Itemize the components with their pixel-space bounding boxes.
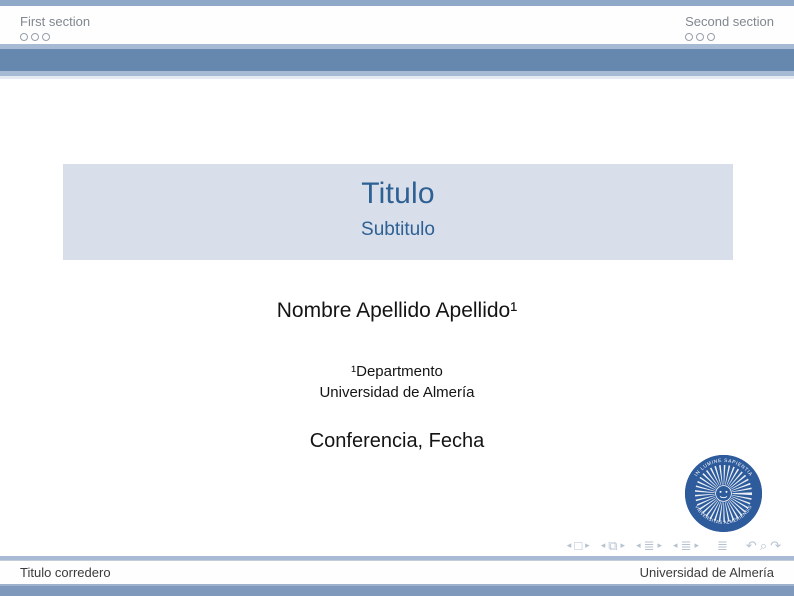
go-back-icon[interactable]: ↶ [746, 539, 757, 552]
mini-frame-dot[interactable] [31, 33, 39, 41]
slide-title: Titulo [63, 177, 733, 211]
institute-block: ¹Departmento Universidad de Almería [0, 361, 794, 403]
slide-icon[interactable]: □ [574, 539, 582, 552]
section-nav-second[interactable]: Second section [685, 13, 774, 41]
next-frame-icon[interactable]: ▸ [621, 541, 626, 550]
institute-line-2: Universidad de Almería [0, 382, 794, 403]
university-seal-logo: IN LUMINE SAPIENTIA VNIVERSITAS ALMERIEN… [684, 454, 763, 533]
mini-frame-dot[interactable] [20, 33, 28, 41]
footer-short-title: Titulo corredero [20, 565, 111, 580]
author-line: Nombre Apellido Apellido¹ [0, 299, 794, 323]
nav-slide-group: ◂ □ ▸ [567, 539, 590, 552]
nav-appendix-group: ≣ [717, 539, 728, 552]
beamer-title-slide: First section Second section Titulo Subt… [0, 0, 794, 596]
section-nav-first[interactable]: First section [20, 13, 90, 41]
header-rule-fade [0, 76, 794, 79]
next-section-icon[interactable]: ▸ [694, 541, 699, 550]
mini-frame-dot[interactable] [696, 33, 704, 41]
footer-bottom-bar [0, 584, 794, 596]
section-nav-second-dots [685, 33, 774, 41]
navigation-symbols-bar: ◂ □ ▸ ◂ ⧉ ▸ ◂ ≣ ▸ ◂ ≣ ▸ ≣ ↶ ⌕ ↷ [567, 537, 781, 553]
institute-line-1: ¹Departmento [0, 361, 794, 382]
nav-subsection-group: ◂ ≣ ▸ [636, 539, 662, 552]
prev-slide-icon[interactable]: ◂ [567, 541, 572, 550]
search-icon[interactable]: ⌕ [760, 539, 767, 552]
section-nav-first-label[interactable]: First section [20, 13, 90, 30]
section-nav-first-dots [20, 33, 90, 41]
appendix-icon[interactable]: ≣ [717, 539, 728, 552]
nav-section-group: ◂ ≣ ▸ [673, 539, 699, 552]
mini-frame-dot[interactable] [685, 33, 693, 41]
next-subsection-icon[interactable]: ▸ [658, 541, 663, 550]
nav-frame-group: ◂ ⧉ ▸ [601, 539, 625, 552]
mini-frame-dot[interactable] [42, 33, 50, 41]
title-box: Titulo Subtitulo [63, 164, 733, 260]
conference-date-line: Conferencia, Fecha [0, 430, 794, 453]
footer-institution: Universidad de Almería [640, 565, 774, 580]
header-band [0, 49, 794, 71]
prev-section-icon[interactable]: ◂ [673, 541, 678, 550]
frame-icon[interactable]: ⧉ [608, 539, 617, 552]
slide-subtitle: Subtitulo [63, 219, 733, 241]
go-forward-icon[interactable]: ↷ [770, 539, 781, 552]
subsection-icon[interactable]: ≣ [644, 539, 655, 552]
nav-history-group: ↶ ⌕ ↷ [746, 539, 781, 552]
header-section-nav: First section Second section [0, 6, 794, 44]
mini-frame-dot[interactable] [707, 33, 715, 41]
section-nav-second-label[interactable]: Second section [685, 13, 774, 30]
prev-subsection-icon[interactable]: ◂ [636, 541, 641, 550]
next-slide-icon[interactable]: ▸ [585, 541, 590, 550]
section-icon[interactable]: ≣ [681, 539, 692, 552]
prev-frame-icon[interactable]: ◂ [601, 541, 606, 550]
